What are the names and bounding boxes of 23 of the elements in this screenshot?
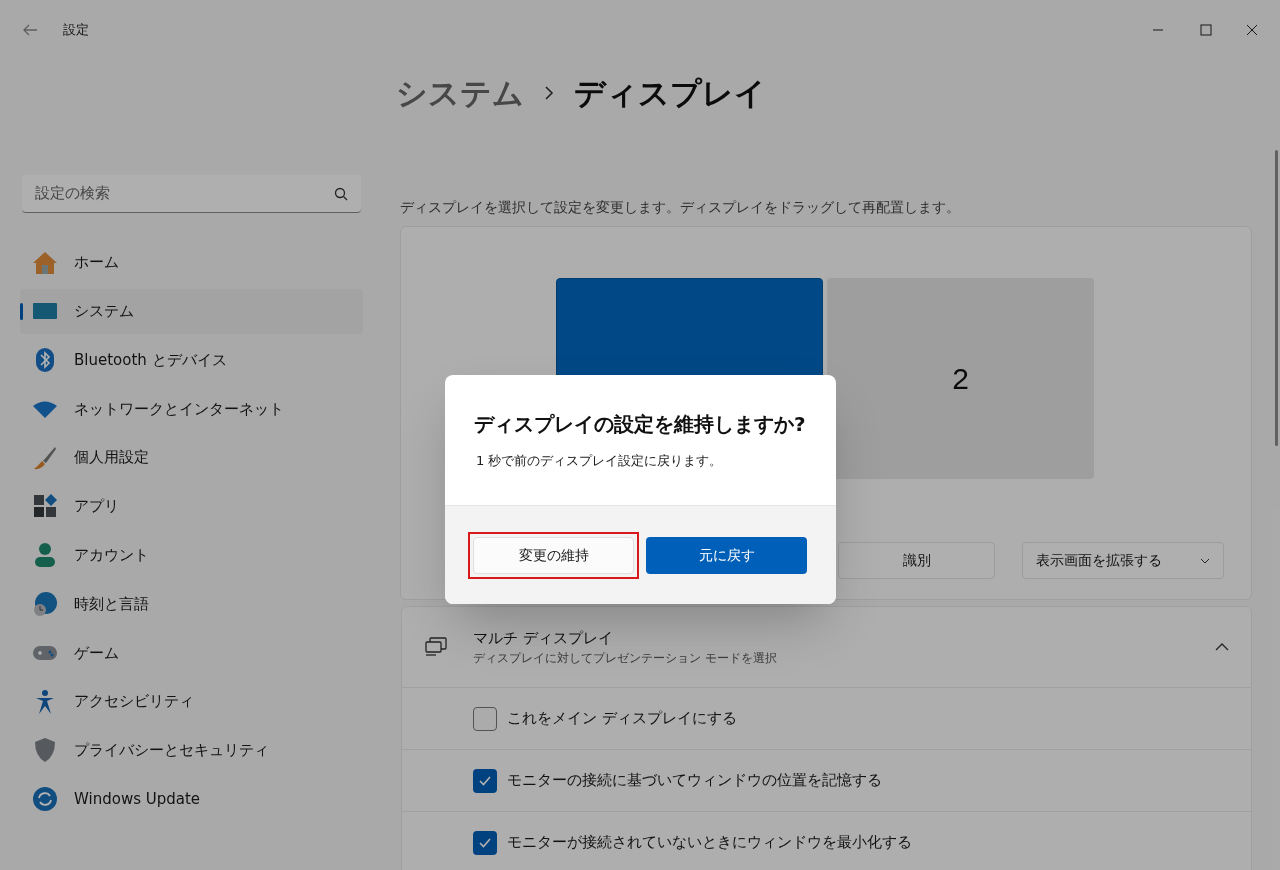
sidebar-label: アカウント <box>74 545 149 567</box>
section-title: マルチ ディスプレイ <box>473 627 614 649</box>
dialog-title: ディスプレイの設定を維持しますか? <box>474 411 807 438</box>
sidebar-label: 時刻と言語 <box>74 593 149 615</box>
monitor-number: 2 <box>952 361 969 397</box>
sidebar-label: 個人用設定 <box>74 447 149 469</box>
sidebar-label: Windows Update <box>74 789 201 810</box>
window-title: 設定 <box>63 21 89 40</box>
sidebar-label: アクセシビリティ <box>74 691 194 713</box>
section-subtitle: ディスプレイに対してプレゼンテーション モードを選択 <box>473 650 777 668</box>
breadcrumb-item: ディスプレイ <box>574 73 766 113</box>
sidebar-label: Bluetooth とデバイス <box>74 349 227 371</box>
description-text: ディスプレイを選択して設定を変更します。ディスプレイをドラッグして再配置します。 <box>400 198 960 217</box>
sidebar-label: プライバシーとセキュリティ <box>74 740 269 762</box>
sidebar-label: ホーム <box>74 252 119 274</box>
sidebar-label: システム <box>74 301 134 323</box>
sidebar-label: アプリ <box>74 496 119 518</box>
option-label: モニターの接続に基づいてウィンドウの位置を記憶する <box>507 770 882 792</box>
option-label: これをメイン ディスプレイにする <box>507 708 737 730</box>
sidebar-label: ネットワークとインターネット <box>74 398 284 420</box>
sidebar-label: ゲーム <box>74 642 119 664</box>
option-label: モニターが接続されていないときにウィンドウを最小化する <box>507 832 912 854</box>
dialog-message: 1 秒で前のディスプレイ設定に戻ります。 <box>476 452 724 470</box>
